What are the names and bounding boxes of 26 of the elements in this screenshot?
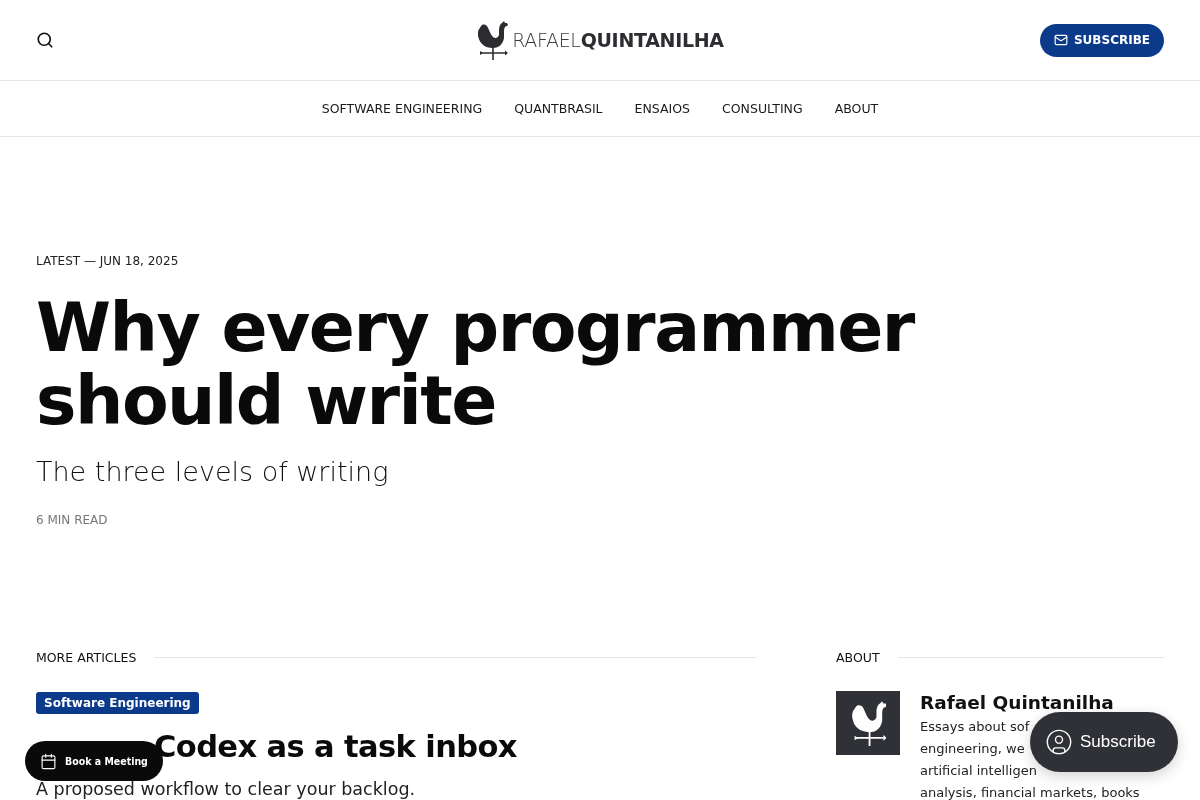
- rooster-weathervane-icon: [476, 20, 509, 60]
- post-title: Why every programmer should write: [36, 291, 916, 437]
- nav-link[interactable]: QUANTBRASIL: [514, 101, 603, 116]
- bio-text: analysis, financial markets, books: [920, 784, 1140, 800]
- section-heading: MORE ARTICLES: [36, 650, 137, 665]
- post-subtitle: The three levels of writing: [36, 456, 390, 487]
- search-icon: [36, 31, 54, 49]
- post-date-label: LATEST — JUN 18, 2025: [36, 254, 180, 268]
- calendar-icon: [40, 752, 57, 770]
- author-name: Rafael Quintanilha: [920, 691, 1115, 715]
- category-tag[interactable]: Software Engineering: [36, 692, 199, 714]
- rooster-weathervane-icon: [849, 700, 887, 746]
- read-time: 6 MIN READ: [36, 513, 109, 527]
- search-button[interactable]: [36, 31, 54, 49]
- mail-icon: [1053, 33, 1068, 47]
- nav-link[interactable]: CONSULTING: [722, 101, 803, 116]
- section-heading: ABOUT: [836, 650, 880, 665]
- subscribe-button[interactable]: SUBSCRIBE: [1039, 23, 1164, 57]
- nav-link[interactable]: ENSAIOS: [634, 101, 691, 116]
- bio-text: engineering, we: [920, 740, 1025, 758]
- bio-text: Essays about sof: [920, 718, 1030, 736]
- site-logo[interactable]: RAFAELQUINTANILHA: [476, 20, 724, 60]
- article-excerpt: A proposed workflow to clear your backlog.: [36, 780, 416, 799]
- nav-link[interactable]: SOFTWARE ENGINEERING: [321, 101, 483, 116]
- nav-link[interactable]: ABOUT: [834, 101, 879, 116]
- user-circle-icon: [1045, 728, 1073, 756]
